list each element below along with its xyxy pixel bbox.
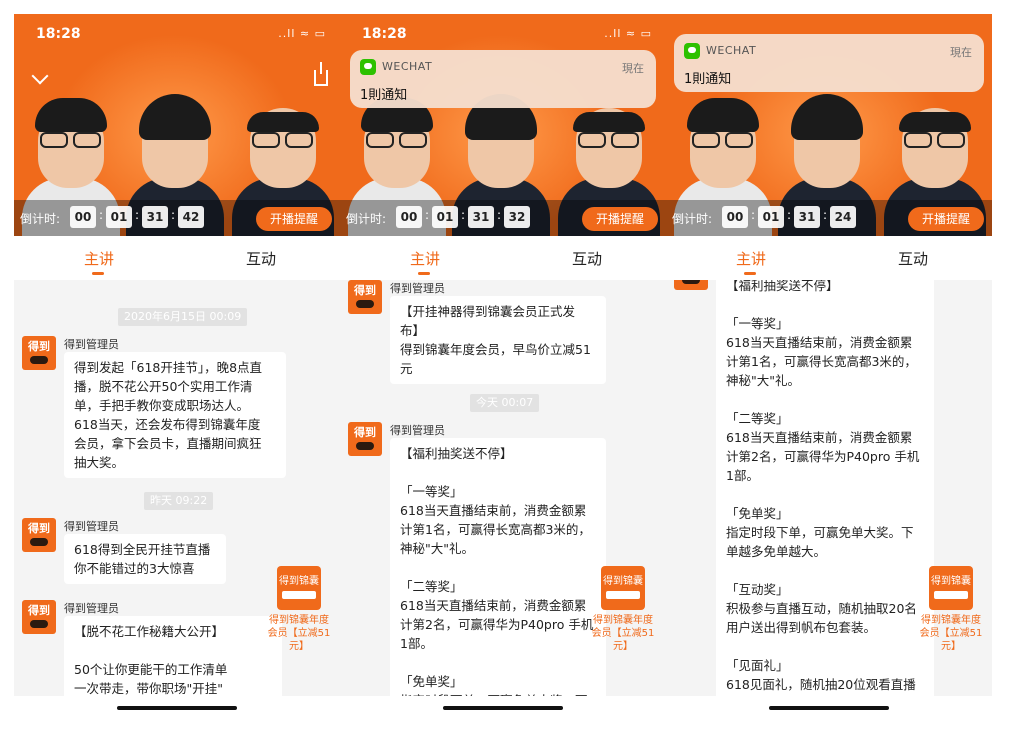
countdown-minutes: 01 [106,206,132,228]
membership-promo[interactable]: 得到锦囊 得到锦囊年度 会员【立减51 元】 [262,566,336,653]
live-reminder-button[interactable]: 开播提醒 [256,207,332,231]
countdown-frames: 32 [504,206,530,228]
countdown-seconds: 31 [468,206,494,228]
sender-name: 得到管理员 [64,338,119,351]
home-indicator-bar [14,696,340,720]
admin-avatar[interactable]: 得到 [348,280,382,314]
tab-bar: 主讲 互动 [14,236,340,280]
wechat-notification-banner[interactable]: WECHAT 現在 1則通知 [674,34,984,92]
countdown-seconds: 31 [142,206,168,228]
notification-message: 1則通知 [360,88,408,103]
live-reminder-button[interactable]: 开播提醒 [908,207,984,231]
countdown-frames: 42 [178,206,204,228]
promo-card: 得到锦囊 [277,566,321,610]
home-indicator[interactable] [443,706,563,710]
status-bar: 18:28 ..ll ≈ ▭ [340,14,666,52]
live-cover: 18:28 ..ll ≈ ▭ 倒计时: 00 : 01 : 31 : 32 开播… [340,14,666,236]
tab-bar: 主讲 互动 [340,236,666,280]
sender-name: 得到管理员 [64,602,119,615]
chat-message: 【福利抽奖送不停】 「一等奖」 618当天直播结束前，消费金额累 计第1名，可赢… [716,280,934,696]
home-indicator[interactable] [769,706,889,710]
phone-screen-3: 倒计时: 00 : 01 : 31 : 24 开播提醒 WECHAT 現在 1則… [666,14,992,720]
sender-name: 得到管理员 [390,282,445,295]
active-tab-indicator [744,272,756,275]
home-indicator-bar [666,696,992,720]
promo-caption: 得到锦囊年度 会员【立减51 元】 [919,615,983,652]
status-bar: 18:28 ..ll ≈ ▭ [14,14,340,52]
timestamp-divider: 今天 00:07 [470,394,540,412]
chat-feed[interactable]: 2020年6月15日 00:09 得到 得到管理员 得到发起「618开挂节」，晚… [14,280,340,696]
active-tab-indicator [418,272,430,275]
clock: 18:28 [36,26,81,42]
countdown-frames: 24 [830,206,856,228]
chat-message: 【福利抽奖送不停】 「一等奖」 618当天直播结束前，消费金额累 计第1名，可赢… [390,438,606,696]
chat-message: 618得到全民开挂节直播 你不能错过的3大惊喜 [64,534,226,584]
promo-caption: 得到锦囊年度 会员【立减51 元】 [267,615,331,652]
wechat-icon [360,59,376,75]
admin-avatar[interactable]: 得到 [674,280,708,290]
admin-avatar[interactable]: 得到 [22,336,56,370]
tab-bar: 主讲 互动 [666,236,992,280]
countdown-hours: 00 [70,206,96,228]
home-indicator[interactable] [117,706,237,710]
tab-interact[interactable]: 互动 [246,248,276,269]
active-tab-indicator [92,272,104,275]
share-icon[interactable] [314,62,328,86]
tab-lecture[interactable]: 主讲 [410,248,440,269]
wechat-icon [684,43,700,59]
timestamp-divider: 2020年6月15日 00:09 [118,308,248,326]
notification-time: 現在 [950,46,972,59]
chat-message: 得到发起「618开挂节」，晚8点直 播，脱不花公开50个实用工作清 单，手把手教… [64,352,286,478]
notification-app-name: WECHAT [382,60,433,73]
chat-feed[interactable]: 得到 得到管理员 【开挂神器得到锦囊会员正式发 布】 得到锦囊年度会员，早鸟价立… [340,280,666,696]
phone-screen-1: 18:28 ..ll ≈ ▭ 倒计时: 00 : 01 : 31 : 42 开播… [14,14,340,720]
chat-feed[interactable]: 得到 【福利抽奖送不停】 「一等奖」 618当天直播结束前，消费金额累 计第1名… [666,280,992,696]
tab-interact[interactable]: 互动 [898,248,928,269]
tab-lecture[interactable]: 主讲 [84,248,114,269]
notification-app-name: WECHAT [706,44,757,57]
notification-time: 現在 [622,62,644,75]
live-reminder-button[interactable]: 开播提醒 [582,207,658,231]
admin-avatar[interactable]: 得到 [22,600,56,634]
live-cover: 18:28 ..ll ≈ ▭ 倒计时: 00 : 01 : 31 : 42 开播… [14,14,340,236]
sender-name: 得到管理员 [64,520,119,533]
admin-avatar[interactable]: 得到 [348,422,382,456]
tab-interact[interactable]: 互动 [572,248,602,269]
countdown-bar: 倒计时: 00 : 01 : 31 : 42 开播提醒 [14,200,340,236]
countdown-label: 倒计时: [20,212,61,226]
clock: 18:28 [362,26,407,42]
countdown-bar: 倒计时: 00 : 01 : 31 : 24 开播提醒 [666,200,992,236]
countdown-label: 倒计时: [346,212,387,226]
membership-promo[interactable]: 得到锦囊 得到锦囊年度 会员【立减51 元】 [914,566,988,653]
wechat-notification-banner[interactable]: WECHAT 現在 1則通知 [350,50,656,108]
chat-message: 【开挂神器得到锦囊会员正式发 布】 得到锦囊年度会员，早鸟价立减51 元 [390,296,606,384]
promo-card: 得到锦囊 [929,566,973,610]
promo-caption: 得到锦囊年度 会员【立减51 元】 [591,615,655,652]
signal-wifi-battery-icon: ..ll ≈ ▭ [278,27,326,40]
admin-avatar[interactable]: 得到 [22,518,56,552]
countdown-label: 倒计时: [672,212,713,226]
chat-message: 【脱不花工作秘籍大公开】 50个让你更能干的工作清单 一次带走，带你职场"开挂" [64,616,282,696]
notification-message: 1則通知 [684,72,732,87]
signal-wifi-battery-icon: ..ll ≈ ▭ [604,27,652,40]
countdown-bar: 倒计时: 00 : 01 : 31 : 32 开播提醒 [340,200,666,236]
timestamp-divider: 昨天 09:22 [144,492,214,510]
promo-card: 得到锦囊 [601,566,645,610]
countdown-minutes: 01 [758,206,784,228]
phone-screen-2: 18:28 ..ll ≈ ▭ 倒计时: 00 : 01 : 31 : 32 开播… [340,14,666,720]
tab-lecture[interactable]: 主讲 [736,248,766,269]
home-indicator-bar [340,696,666,720]
sender-name: 得到管理员 [390,424,445,437]
countdown-seconds: 31 [794,206,820,228]
countdown-hours: 00 [396,206,422,228]
membership-promo[interactable]: 得到锦囊 得到锦囊年度 会员【立减51 元】 [586,566,660,653]
countdown-minutes: 01 [432,206,458,228]
countdown-hours: 00 [722,206,748,228]
